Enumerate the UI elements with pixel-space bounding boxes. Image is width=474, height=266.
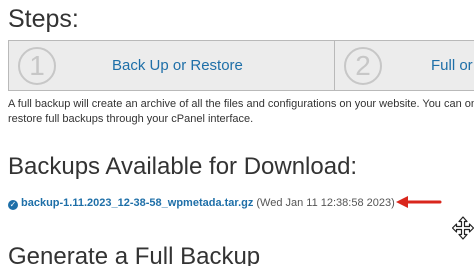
generate-full-backup-heading: Generate a Full Backup	[8, 243, 261, 266]
step-2-label[interactable]: Full or	[431, 56, 473, 76]
backup-date: (Wed Jan 11 12:38:58 2023)	[256, 197, 395, 209]
description-line-1: A full backup will create an archive of …	[8, 98, 474, 110]
step-1-label[interactable]: Back Up or Restore	[112, 56, 243, 76]
backups-available-heading: Backups Available for Download:	[8, 153, 358, 180]
backup-download-link[interactable]: backup-1.11.2023_12-38-58_wpmetada.tar.g…	[21, 197, 253, 209]
backup-description: A full backup will create an archive of …	[8, 97, 474, 127]
step-back-up-or-restore[interactable]: 1 Back Up or Restore	[8, 40, 335, 91]
steps-heading: Steps:	[8, 5, 79, 33]
step-full-or-partial[interactable]: 2 Full or	[334, 40, 474, 91]
step-1-number-icon: 1	[18, 47, 56, 85]
backup-list-item: ✓ backup-1.11.2023_12-38-58_wpmetada.tar.…	[8, 195, 395, 211]
backup-page: Steps: 1 Back Up or Restore 2 Full or A …	[0, 0, 474, 266]
left-arrow-annotation-icon	[396, 196, 442, 208]
step-2-number-icon: 2	[344, 47, 382, 85]
check-circle-icon: ✓	[8, 200, 18, 210]
move-cursor-icon	[452, 216, 474, 240]
description-line-2: restore full backups through your cPanel…	[8, 113, 254, 125]
